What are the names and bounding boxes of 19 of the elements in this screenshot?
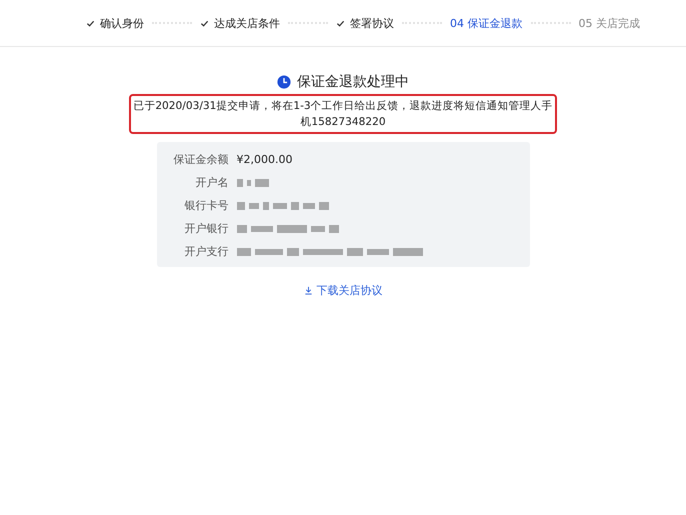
progress-step: 04 保证金退款 [450,16,522,30]
field-label: 开户名 [194,175,228,190]
check-icon [200,18,209,28]
progress-step: 签署协议 [336,16,394,30]
clock-icon [277,75,291,89]
progress-step: 达成关店条件 [200,16,280,30]
field-label: 开户银行 [184,221,228,236]
check-icon [86,18,95,28]
status-notice: 已于2020/03/31提交申请，将在1-3个工作日给出反馈，退款进度将短信通知管理人手机15827348220 [129,94,557,134]
download-icon [304,286,312,295]
field-label: 保证金余额 [172,152,228,167]
status-title: 保证金退款处理中 [297,73,409,91]
progress-step: 确认身份 [86,16,144,30]
check-icon [336,18,345,28]
progress-step: 05 关店完成 [578,16,640,30]
field-value: ¥2,000.00 [236,152,292,167]
download-link[interactable]: 下载关店协议 [304,283,382,298]
field-label: 开户支行 [184,244,228,259]
field-label: 银行卡号 [184,198,228,213]
